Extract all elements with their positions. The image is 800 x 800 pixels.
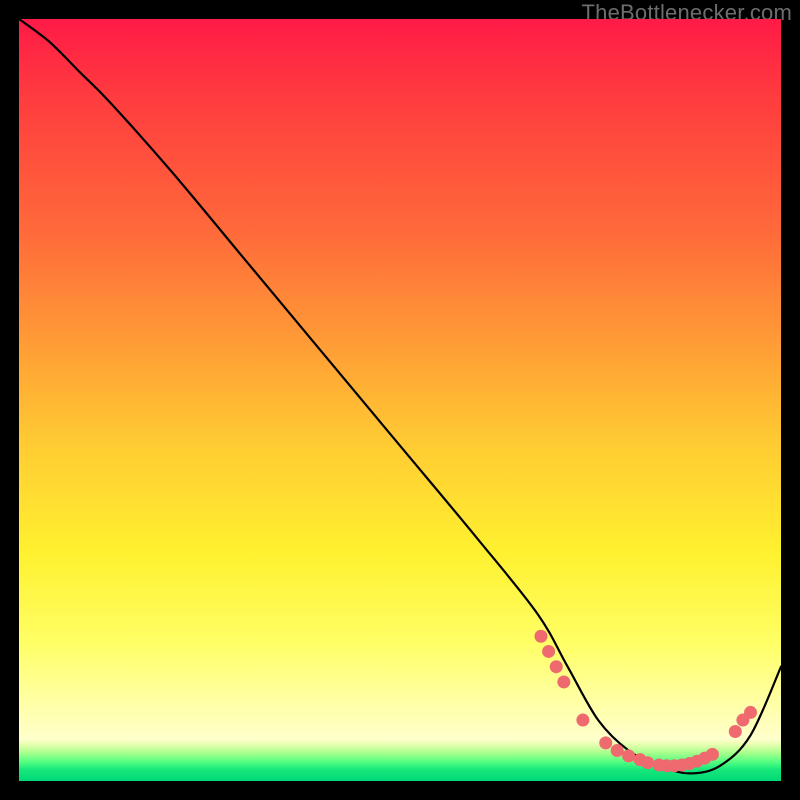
curve-marker-dot	[641, 756, 654, 769]
curve-marker-dot	[729, 725, 742, 738]
heat-gradient-plot	[19, 19, 781, 781]
curve-marker-dot	[611, 744, 624, 757]
chart-stage: TheBottlenecker.com	[0, 0, 800, 800]
curve-marker-dot	[622, 749, 635, 762]
curve-marker-dot	[550, 660, 563, 673]
bottleneck-curve	[19, 19, 781, 773]
curve-markers	[534, 630, 757, 773]
curve-marker-dot	[576, 714, 589, 727]
curve-marker-dot	[557, 675, 570, 688]
curve-svg	[19, 19, 781, 781]
curve-marker-dot	[744, 706, 757, 719]
curve-marker-dot	[599, 736, 612, 749]
curve-marker-dot	[534, 630, 547, 643]
curve-marker-dot	[706, 748, 719, 761]
curve-marker-dot	[542, 645, 555, 658]
